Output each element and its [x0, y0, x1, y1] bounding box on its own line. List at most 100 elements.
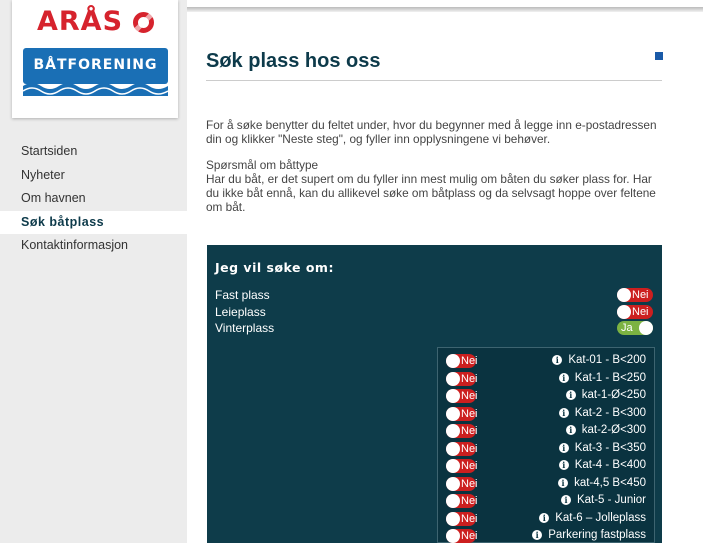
- toggle-knob: [617, 288, 631, 302]
- category-toggle[interactable]: Nei: [446, 371, 478, 386]
- toggle-label: Nei: [461, 495, 478, 507]
- category-row: Nei i Kat-5 - Junior: [446, 493, 646, 509]
- category-row: Nei i Parkering fastplass: [446, 528, 646, 543]
- info-icon[interactable]: i: [539, 512, 550, 523]
- toggle-label: Nei: [632, 289, 649, 301]
- toggle-label: Nei: [461, 390, 478, 402]
- category-row: Nei i Kat-4 - B<400: [446, 458, 646, 474]
- category-row: Nei i Kat-1 - B<250: [446, 371, 646, 387]
- category-list: Nei i Kat-01 - B<200 Nei i Kat-1 - B<250 N…: [437, 347, 655, 543]
- category-toggle[interactable]: Nei: [446, 511, 478, 526]
- logo-banner-text: BÅTFORENING: [33, 57, 158, 73]
- category-name: kat-4,5 B<450: [574, 476, 646, 489]
- category-toggle[interactable]: Nei: [446, 494, 478, 508]
- category-toggle[interactable]: Nei: [446, 406, 478, 421]
- category-toggle[interactable]: Nei: [446, 529, 478, 543]
- info-icon[interactable]: i: [565, 390, 576, 400]
- category-label: i Kat-1 - B<250: [558, 371, 646, 384]
- leieplass-toggle[interactable]: Nei: [617, 305, 653, 319]
- question-body: Har du båt, er det supert om du fyller i…: [206, 172, 656, 214]
- toggle-knob: [446, 476, 460, 491]
- info-icon[interactable]: i: [565, 425, 576, 435]
- nav-item-sok-batplass[interactable]: Søk båtplass: [0, 210, 187, 234]
- toggle-label: Nei: [632, 306, 649, 318]
- category-name: Kat-2 - B<300: [574, 406, 646, 419]
- category-toggle[interactable]: Nei: [446, 459, 478, 473]
- category-label: i Kat-4 - B<400: [558, 459, 646, 471]
- category-name: Kat-3 - B<350: [574, 441, 646, 454]
- application-form: Jeg vil søke om: Fast plass Nei Leieplas…: [207, 245, 662, 543]
- toggle-knob: [446, 511, 460, 526]
- toggle-label: Ja: [621, 322, 633, 334]
- intro-text: For å søke benytter du feltet under, hvo…: [206, 118, 657, 146]
- category-toggle[interactable]: Nei: [446, 424, 478, 438]
- category-name: kat-2-Ø<300: [581, 424, 646, 436]
- toggle-knob: [446, 441, 460, 456]
- category-row: Nei i kat-1-Ø<250: [446, 388, 646, 404]
- category-toggle[interactable]: Nei: [446, 441, 478, 456]
- toggle-label: Nei: [461, 512, 478, 525]
- category-toggle[interactable]: Nei: [446, 354, 478, 368]
- top-divider: [187, 7, 703, 12]
- toggle-label: Nei: [461, 372, 478, 385]
- toggle-label: Nei: [461, 442, 478, 455]
- option-label: Leieplass: [215, 305, 266, 319]
- category-label: i Kat-2 - B<300: [558, 406, 646, 419]
- vinterplass-toggle[interactable]: Ja: [617, 321, 653, 335]
- toggle-label: Nei: [461, 530, 478, 542]
- toggle-knob: [446, 371, 460, 386]
- category-label: i kat-4,5 B<450: [558, 477, 646, 489]
- category-label: i Parkering fastplass: [532, 529, 646, 541]
- edit-icon[interactable]: [655, 52, 663, 60]
- option-label: Fast plass: [215, 288, 270, 302]
- toggle-knob: [446, 459, 460, 473]
- category-name: kat-1-Ø<250: [581, 389, 646, 401]
- lifebuoy-icon: [133, 12, 154, 33]
- info-icon[interactable]: i: [560, 495, 571, 505]
- category-row: Nei i Kat-01 - B<200: [446, 353, 646, 369]
- category-name: Kat-4 - B<400: [574, 459, 646, 471]
- category-row: Nei i Kat-6 – Jolleplass: [446, 511, 646, 527]
- info-icon[interactable]: i: [558, 477, 569, 488]
- main-nav: Startsiden Nyheter Om havnen Søk båtplas…: [0, 140, 187, 258]
- category-label: i kat-2-Ø<300: [565, 424, 646, 436]
- toggle-label: Nei: [461, 425, 478, 437]
- logo-banner: BÅTFORENING: [23, 48, 168, 84]
- category-name: Parkering fastplass: [548, 529, 646, 541]
- info-icon[interactable]: i: [552, 355, 563, 365]
- fast-plass-toggle[interactable]: Nei: [617, 288, 653, 302]
- logo-title: ARÅS: [37, 6, 124, 37]
- category-name: Kat-1 - B<250: [574, 371, 646, 384]
- info-icon[interactable]: i: [558, 442, 569, 453]
- category-toggle[interactable]: Nei: [446, 476, 478, 491]
- category-label: i Kat-6 – Jolleplass: [539, 512, 646, 524]
- category-label: i kat-1-Ø<250: [565, 389, 646, 401]
- sidebar: ARÅS BÅTFORENING Startsiden Nyheter Om h…: [0, 0, 187, 543]
- category-label: i Kat-01 - B<200: [552, 354, 646, 366]
- toggle-label: Nei: [461, 460, 478, 472]
- category-row: Nei i Kat-3 - B<350: [446, 441, 646, 457]
- waves-icon: [23, 83, 168, 96]
- info-icon[interactable]: i: [558, 460, 569, 470]
- category-row: Nei i Kat-2 - B<300: [446, 406, 646, 422]
- category-label: i Kat-3 - B<350: [558, 441, 646, 454]
- category-toggle[interactable]: Nei: [446, 389, 478, 403]
- question-section: Spørsmål om båttype Har du båt, er det s…: [206, 158, 666, 214]
- toggle-label: Nei: [461, 477, 478, 490]
- nav-item-startsiden[interactable]: Startsiden: [0, 140, 187, 164]
- category-row: Nei i kat-4,5 B<450: [446, 476, 646, 492]
- toggle-knob: [446, 389, 460, 403]
- toggle-knob: [446, 529, 460, 543]
- nav-item-om-havnen[interactable]: Om havnen: [0, 187, 187, 211]
- nav-item-kontaktinformasjon[interactable]: Kontaktinformasjon: [0, 234, 187, 258]
- page-title: Søk plass hos oss: [206, 50, 381, 72]
- option-label: Vinterplass: [215, 321, 275, 335]
- toggle-knob: [617, 305, 631, 319]
- toggle-knob: [446, 424, 460, 438]
- info-icon[interactable]: i: [558, 372, 569, 383]
- category-name: Kat-01 - B<200: [568, 354, 646, 366]
- info-icon[interactable]: i: [558, 407, 569, 418]
- logo[interactable]: ARÅS BÅTFORENING: [12, 0, 178, 118]
- info-icon[interactable]: i: [532, 530, 543, 540]
- nav-item-nyheter[interactable]: Nyheter: [0, 164, 187, 188]
